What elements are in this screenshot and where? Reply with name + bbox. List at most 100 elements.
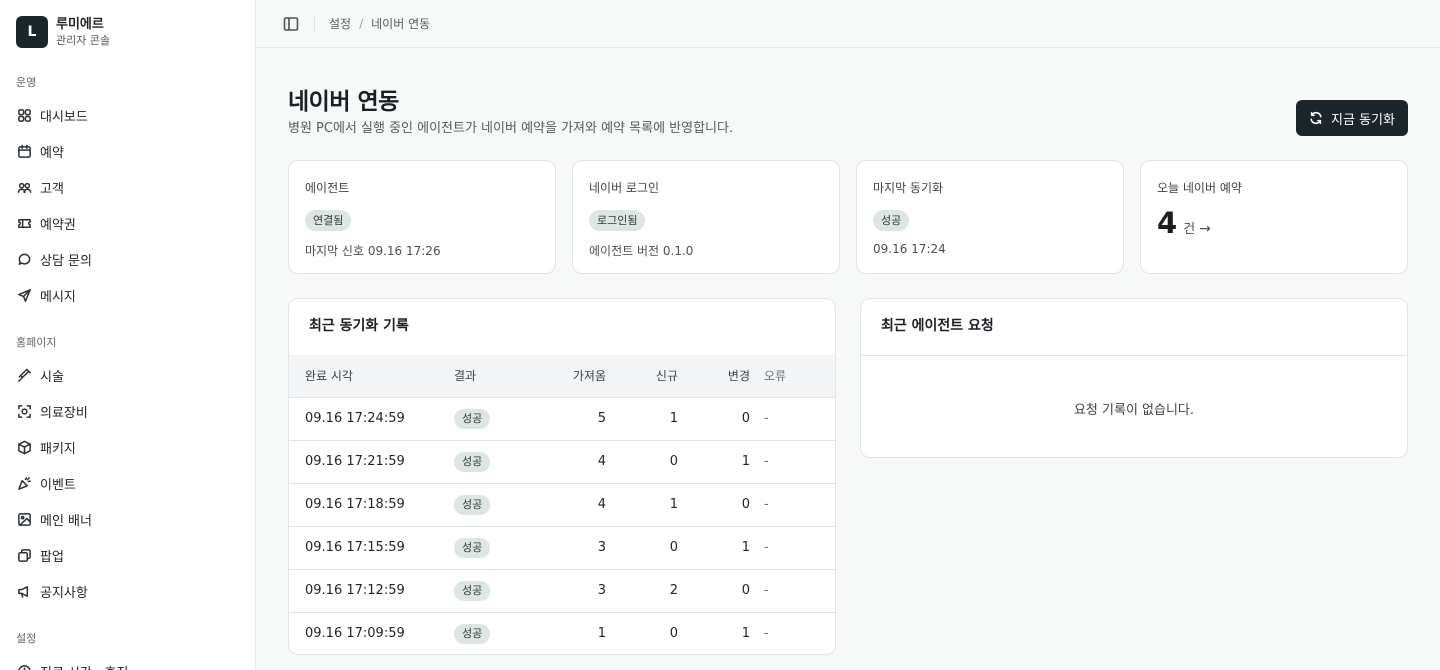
sidebar-item-treatments[interactable]: 시술 — [0, 357, 255, 393]
card-title: 최근 동기화 기록 — [309, 318, 409, 334]
table-row: 09.16 17:15:59 성공 3 0 1 - — [289, 526, 835, 570]
cell-new: 1 — [606, 483, 678, 527]
today-bookings-count: 4 — [1157, 206, 1178, 240]
status-badge: 성공 — [873, 210, 910, 231]
sidebar-item-packages[interactable]: 패키지 — [0, 429, 255, 465]
sidebar-item-label: 의료장비 — [40, 405, 88, 421]
send-icon — [16, 287, 32, 303]
sync-now-button[interactable]: 지금 동기화 — [1296, 100, 1408, 136]
sidebar: L 루미에르 관리자 콘솔 운영 대시보드 예약 고객 예약권 상담 문의 메시… — [0, 0, 256, 670]
megaphone-icon — [16, 583, 32, 599]
cell-new: 0 — [669, 626, 678, 642]
topbar: 설정 / 네이버 연동 — [256, 0, 1440, 48]
divider — [861, 355, 1407, 356]
stat-subtext: 09.16 17:24 — [873, 242, 946, 256]
cell-time: 09.16 17:09:59 — [305, 626, 405, 642]
cell-time: 09.16 17:18:59 — [289, 483, 454, 527]
cell-time: 09.16 17:21:59 — [289, 440, 454, 484]
sidebar-item-messages[interactable]: 메시지 — [0, 277, 255, 313]
sidebar-item-dashboard[interactable]: 대시보드 — [0, 97, 255, 133]
column-header: 결과 — [454, 355, 544, 398]
sidebar-item-label: 대시보드 — [40, 109, 88, 125]
cell-error: - — [750, 397, 835, 441]
page-title: 네이버 연동 — [288, 89, 399, 115]
card-title: 최근 에이전트 요청 — [881, 318, 994, 334]
cell-changed: 1 — [678, 440, 750, 484]
sidebar-item-label: 메시지 — [40, 289, 76, 305]
cell-changed: 0 — [678, 397, 750, 441]
sidebar-toggle-button[interactable] — [282, 15, 300, 33]
agent-requests-card: 최근 에이전트 요청 요청 기록이 없습니다. — [860, 298, 1408, 458]
cell-changed: 1 — [741, 626, 750, 642]
sidebar-item-customers[interactable]: 고객 — [0, 169, 255, 205]
cell-new: 1 — [606, 397, 678, 441]
brand-name: 루미에르 — [56, 17, 104, 33]
ticket-icon — [16, 215, 32, 231]
sidebar-item-label: 고객 — [40, 181, 64, 197]
breadcrumb-separator: / — [359, 16, 364, 31]
sidebar-item-popups[interactable]: 팝업 — [0, 537, 255, 573]
box-icon — [16, 439, 32, 455]
status-badge: 성공 — [454, 623, 491, 644]
panel-left-icon — [283, 16, 299, 31]
sidebar-item-hours[interactable]: 진료 시간 · 휴진 — [0, 653, 255, 670]
table-row: 09.16 17:21:59 성공 4 0 1 - — [289, 440, 835, 484]
sidebar-item-vouchers[interactable]: 예약권 — [0, 205, 255, 241]
cell-time: 09.16 17:15:59 — [289, 526, 454, 570]
stat-label: 에이전트 — [305, 181, 350, 195]
status-badge: 성공 — [454, 537, 491, 558]
table-header-row: 완료 시각 결과 가져옴 신규 변경 오류 — [289, 355, 835, 398]
syringe-icon — [16, 367, 32, 383]
sidebar-item-label: 상담 문의 — [40, 253, 92, 269]
sidebar-item-reservations[interactable]: 예약 — [0, 133, 255, 169]
status-badge: 성공 — [454, 408, 491, 429]
nav-group-title: 홈페이지 — [16, 336, 57, 349]
column-header: 가져옴 — [544, 355, 606, 398]
brand[interactable]: L 루미에르 관리자 콘솔 — [16, 16, 110, 48]
agent-status-card: 에이전트 연결됨 마지막 신호 09.16 17:26 — [288, 160, 556, 274]
sidebar-item-notices[interactable]: 공지사항 — [0, 573, 255, 609]
cell-fetched: 1 — [597, 626, 606, 642]
status-badge: 성공 — [454, 580, 491, 601]
refresh-icon — [1310, 111, 1322, 125]
sidebar-item-label: 팝업 — [40, 549, 64, 565]
cell-new: 0 — [606, 526, 678, 570]
arrow-right-icon[interactable]: → — [1199, 221, 1211, 237]
cell-error: - — [750, 569, 835, 613]
sidebar-item-equipment[interactable]: 의료장비 — [0, 393, 255, 429]
scan-icon — [16, 403, 32, 419]
sidebar-item-consultations[interactable]: 상담 문의 — [0, 241, 255, 277]
cell-error: - — [750, 440, 835, 484]
chat-icon — [16, 251, 32, 267]
cell-time: 09.16 17:24:59 — [289, 397, 454, 441]
today-bookings-card[interactable]: 오늘 네이버 예약 4 건 → — [1140, 160, 1408, 274]
cell-fetched: 5 — [544, 397, 606, 441]
cell-fetched: 4 — [544, 483, 606, 527]
sync-now-label: 지금 동기화 — [1331, 112, 1395, 128]
topbar-divider — [314, 15, 315, 32]
users-icon — [16, 179, 32, 195]
stat-subtext: 에이전트 버전 0.1.0 — [589, 244, 694, 258]
breadcrumb-parent-link[interactable]: 설정 — [329, 15, 351, 32]
brand-subtitle: 관리자 콘솔 — [56, 33, 111, 47]
nav-group-operations: 운영 대시보드 예약 고객 예약권 상담 문의 메시지 — [0, 75, 255, 313]
cell-changed: 0 — [678, 569, 750, 613]
calendar-icon — [16, 143, 32, 159]
column-header: 신규 — [606, 355, 678, 398]
cell-fetched: 3 — [544, 569, 606, 613]
breadcrumb-current: 네이버 연동 — [371, 17, 431, 31]
cell-fetched: 4 — [544, 440, 606, 484]
nav-group-title: 설정 — [16, 632, 37, 645]
today-bookings-unit: 건 — [1183, 222, 1196, 237]
stat-subtext: 마지막 신호 09.16 17:26 — [305, 244, 441, 258]
status-badge: 성공 — [454, 494, 491, 515]
cell-new: 0 — [606, 440, 678, 484]
nav-group-title: 운영 — [16, 76, 37, 89]
stat-label: 네이버 로그인 — [589, 181, 660, 195]
table-row: 09.16 17:12:59 성공 3 2 0 - — [289, 569, 835, 613]
sidebar-item-events[interactable]: 이벤트 — [0, 465, 255, 501]
image-icon — [16, 511, 32, 527]
layers-icon — [16, 547, 32, 563]
sidebar-item-main-banner[interactable]: 메인 배너 — [0, 501, 255, 537]
sidebar-item-label: 공지사항 — [40, 585, 88, 601]
